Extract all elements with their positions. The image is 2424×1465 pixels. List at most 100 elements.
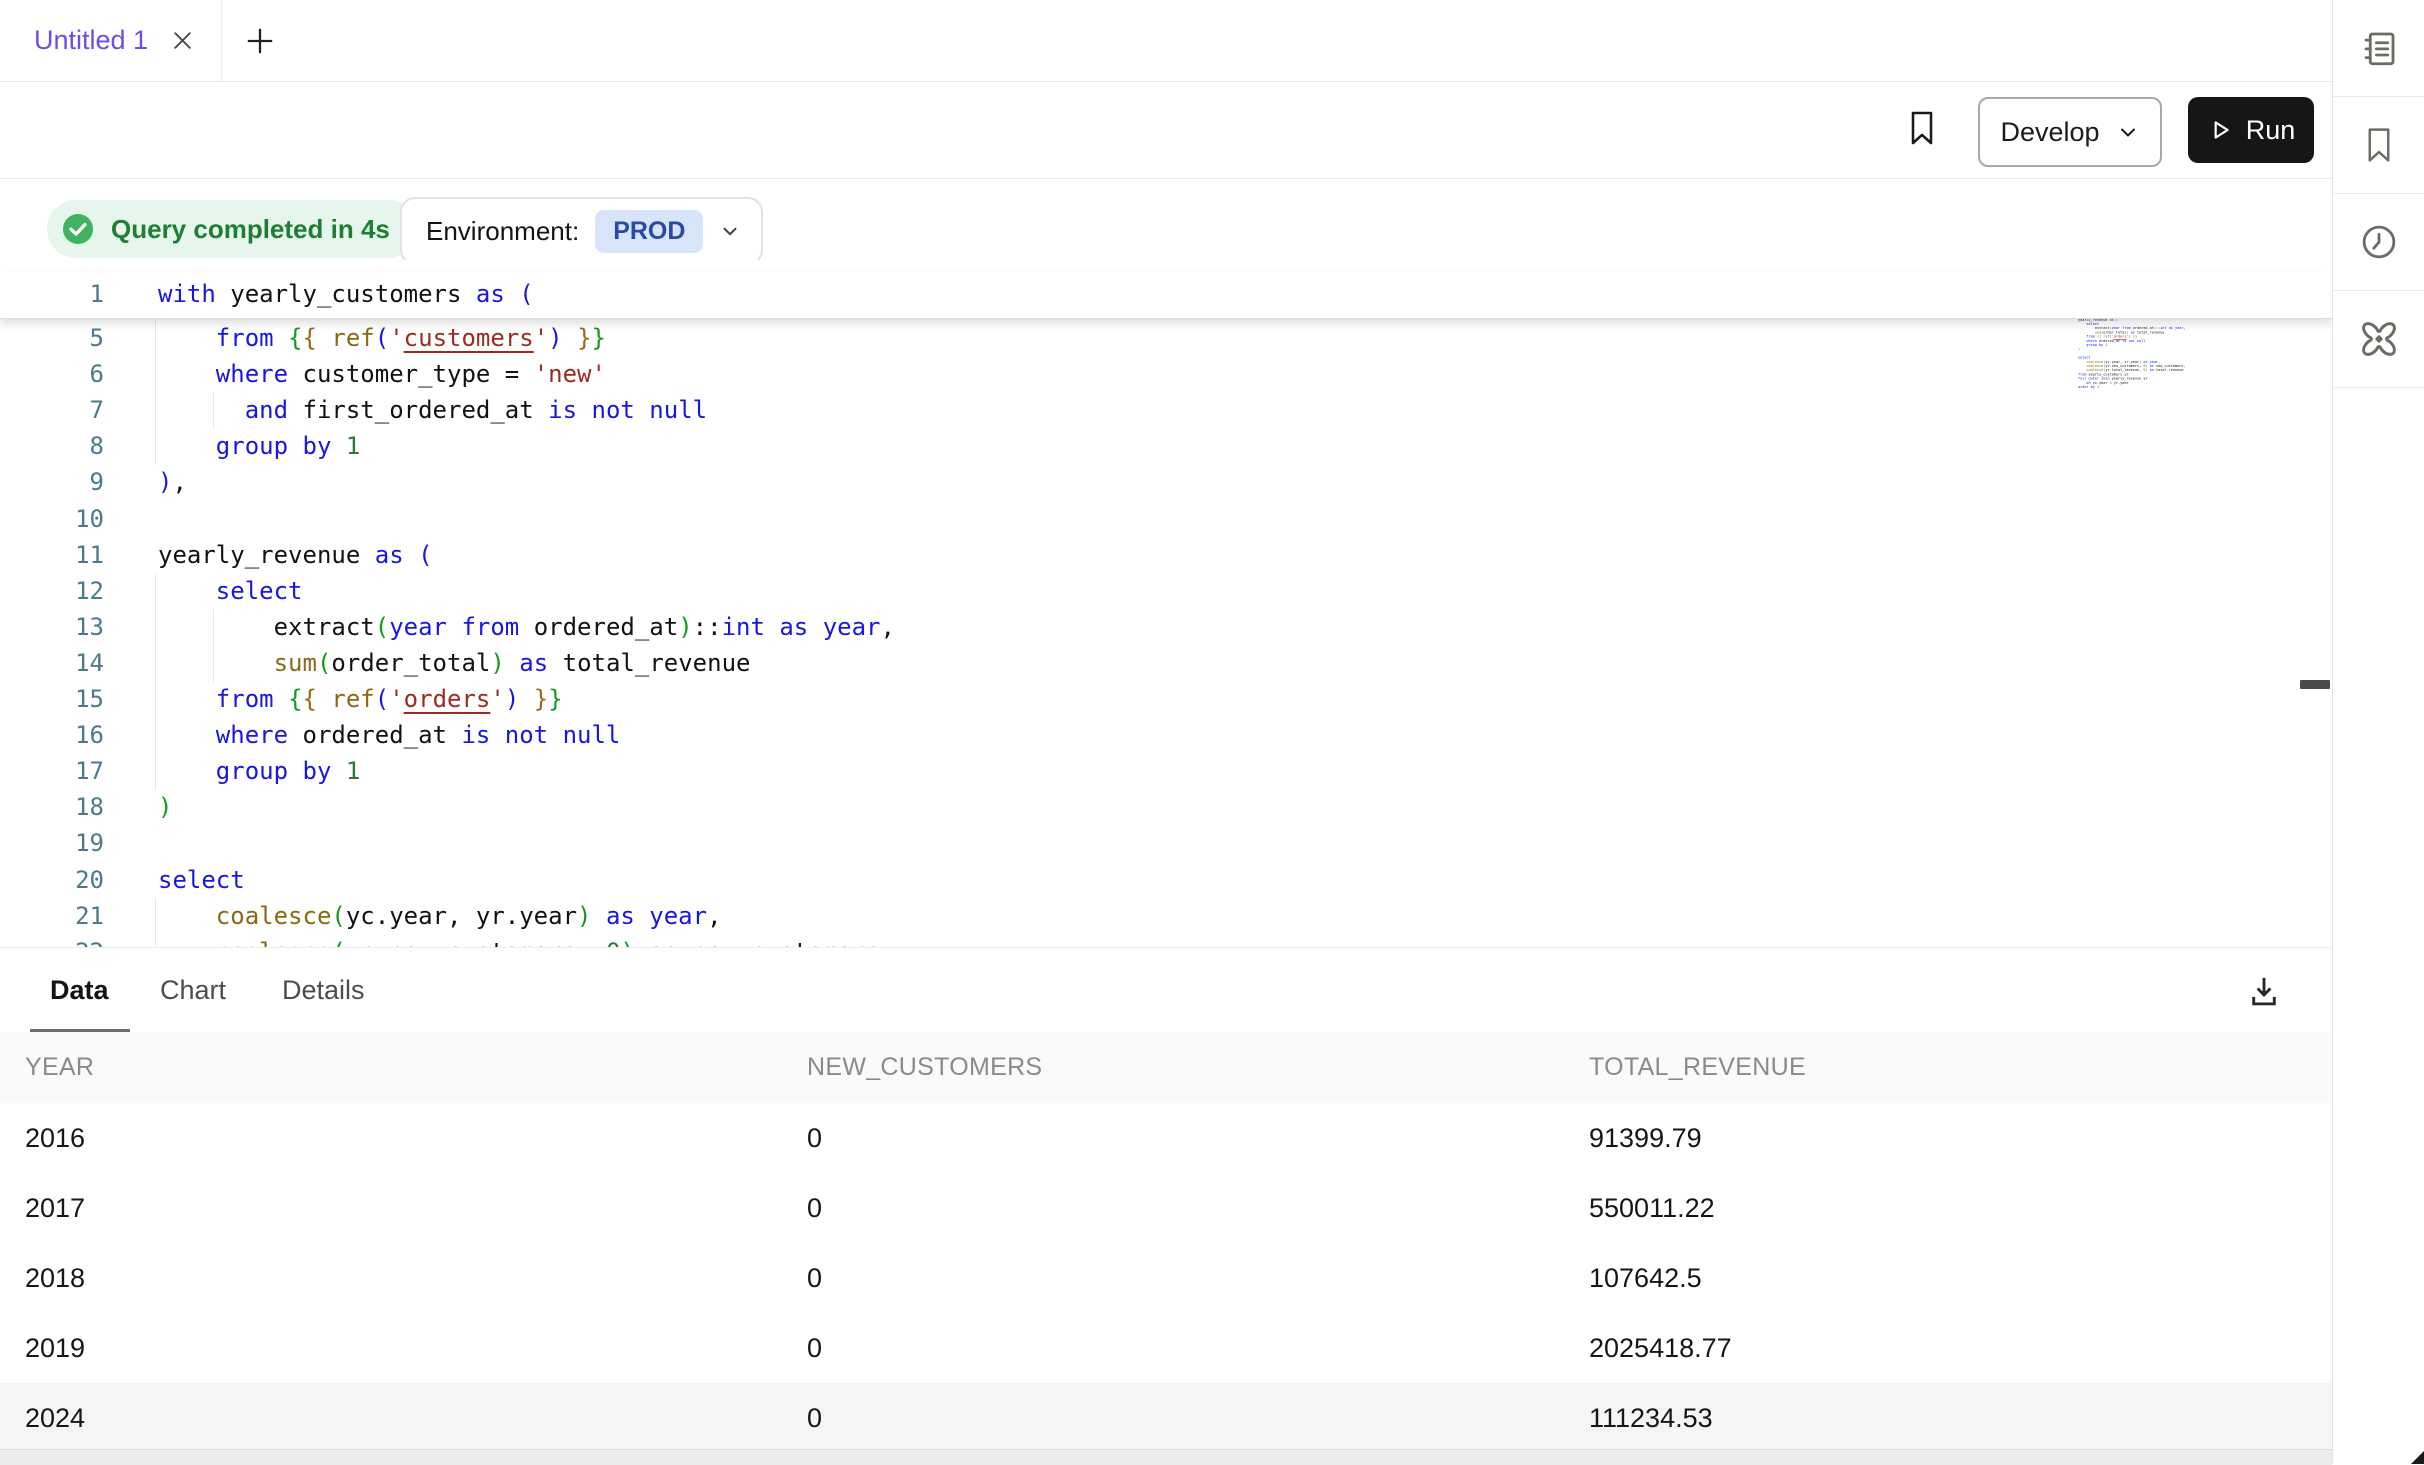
tab-data[interactable]: Data [50, 948, 109, 1032]
code-token: ( [418, 541, 432, 569]
code-token: ) [490, 649, 504, 677]
code-line[interactable]: 22 coalesce(yc.new_customers, 0) as new_… [0, 934, 2332, 947]
code-token: and [245, 396, 288, 424]
code-token: ( [519, 280, 533, 308]
tab-chart[interactable]: Chart [160, 948, 226, 1032]
code-line[interactable]: 21 coalesce(yc.year, yr.year) as year, [0, 898, 2332, 935]
code-token: 1 [2105, 343, 2107, 347]
code-line[interactable]: 10 [0, 501, 2332, 538]
code-token [158, 360, 216, 388]
results-tab-bar: Data Chart Details [0, 947, 2332, 1033]
code-line[interactable]: 17 group by 1 [0, 753, 2332, 790]
sidebar-bookmarks-button[interactable] [2333, 97, 2424, 194]
code-line[interactable]: 19 [0, 825, 2332, 862]
plus-icon [245, 26, 275, 56]
code-line[interactable]: 15 from {{ ref('orders') }} [0, 681, 2332, 718]
horizontal-scrollbar-track[interactable] [0, 1449, 2332, 1465]
code-text: where ordered_at is not null [158, 717, 620, 753]
bookmark-button[interactable] [1898, 96, 1946, 160]
code-text: group by 1 [158, 753, 360, 789]
line-number: 12 [0, 573, 104, 609]
develop-button[interactable]: Develop [1978, 97, 2162, 167]
code-token: as [476, 280, 505, 308]
code-token: first_ordered_at [288, 396, 548, 424]
table-cell: 0 [807, 1103, 822, 1173]
code-line[interactable]: 12 select [0, 573, 2332, 610]
table-cell: 2024 [25, 1383, 85, 1453]
table-cell: 550011.22 [1589, 1173, 1715, 1243]
code-token: ref [331, 324, 374, 352]
code-text: select [158, 862, 245, 898]
code-token [158, 432, 216, 460]
code-token: total_revenue [548, 649, 750, 677]
line-number: 9 [0, 464, 104, 500]
sidebar-notebook-button[interactable] [2333, 0, 2424, 97]
code-line[interactable]: 6 where customer_type = 'new' [0, 356, 2332, 393]
code-line[interactable]: 18) [0, 789, 2332, 826]
code-line[interactable]: 1 with yearly_customers as ( [0, 272, 2332, 318]
code-token: ) [548, 324, 562, 352]
line-number: 1 [0, 272, 104, 316]
table-cell: 2017 [25, 1173, 85, 1243]
notebook-icon [2358, 27, 2400, 69]
code-line[interactable]: 16 where ordered_at is not null [0, 717, 2332, 754]
code-token: ( [331, 938, 345, 947]
code-line[interactable]: 8 group by 1 [0, 428, 2332, 465]
code-line[interactable]: 20 select [0, 862, 2332, 899]
line-number: 17 [0, 753, 104, 789]
code-token: group by [2086, 343, 2103, 347]
code-text: and first_ordered_at is not null [158, 392, 707, 428]
tab-untitled-1[interactable]: Untitled 1 [0, 0, 222, 81]
code-token: ( [317, 649, 331, 677]
run-button[interactable]: Run [2188, 97, 2314, 163]
code-token: 'new' [534, 360, 606, 388]
code-editor[interactable]: 5 from {{ ref('customers') }}6 where cus… [0, 260, 2332, 947]
code-line[interactable]: 7 and first_ordered_at is not null [0, 392, 2332, 429]
environment-selector[interactable]: Environment: PROD [400, 197, 763, 265]
check-circle-icon [59, 210, 97, 248]
code-line[interactable]: 13 extract(year from ordered_at)::int as… [0, 609, 2332, 646]
sticky-scroll-header[interactable]: 1 with yearly_customers as ( [0, 272, 2332, 319]
resize-grip[interactable] [2411, 1450, 2424, 1464]
code-token: sum [274, 649, 317, 677]
run-label: Run [2246, 115, 2296, 146]
tab-details[interactable]: Details [282, 948, 365, 1032]
code-token [317, 685, 331, 713]
scrollbar-position-marker[interactable] [2300, 680, 2330, 689]
code-token: as [375, 541, 404, 569]
code-token [317, 324, 331, 352]
indent-guide [155, 320, 156, 357]
indent-guide [155, 356, 156, 393]
bookmark-icon [1904, 108, 1940, 148]
sidebar-lineage-button[interactable] [2333, 291, 2424, 388]
minimap-line: order by 1 [2078, 385, 2218, 389]
code-token: ) [577, 902, 591, 930]
line-number: 8 [0, 428, 104, 464]
code-token: from [216, 685, 274, 713]
code-line[interactable]: 9), [0, 464, 2332, 501]
code-token: as [649, 938, 678, 947]
code-token [563, 324, 577, 352]
code-token: ) [678, 613, 692, 641]
code-text: group by 1 [158, 428, 360, 464]
new-tab-button[interactable] [222, 0, 298, 81]
code-line[interactable]: 14 sum(order_total) as total_revenue [0, 645, 2332, 682]
chevron-down-icon [2116, 120, 2140, 144]
download-results-button[interactable] [2238, 966, 2290, 1018]
code-line[interactable]: 11yearly_revenue as ( [0, 537, 2332, 574]
code-token: is not null [2122, 339, 2145, 343]
close-icon[interactable] [170, 28, 195, 53]
table-cell: 2016 [25, 1103, 85, 1173]
code-line[interactable]: 5 from {{ ref('customers') }} [0, 320, 2332, 357]
code-token: } [548, 685, 562, 713]
sidebar-history-button[interactable] [2333, 194, 2424, 291]
code-token [519, 685, 533, 713]
code-token [158, 938, 216, 947]
line-number: 13 [0, 609, 104, 645]
indent-guide [155, 717, 156, 754]
line-number: 20 [0, 862, 104, 898]
code-token [158, 721, 216, 749]
line-number: 7 [0, 392, 104, 428]
code-token [274, 685, 288, 713]
code-text: with yearly_customers as ( [158, 272, 534, 316]
